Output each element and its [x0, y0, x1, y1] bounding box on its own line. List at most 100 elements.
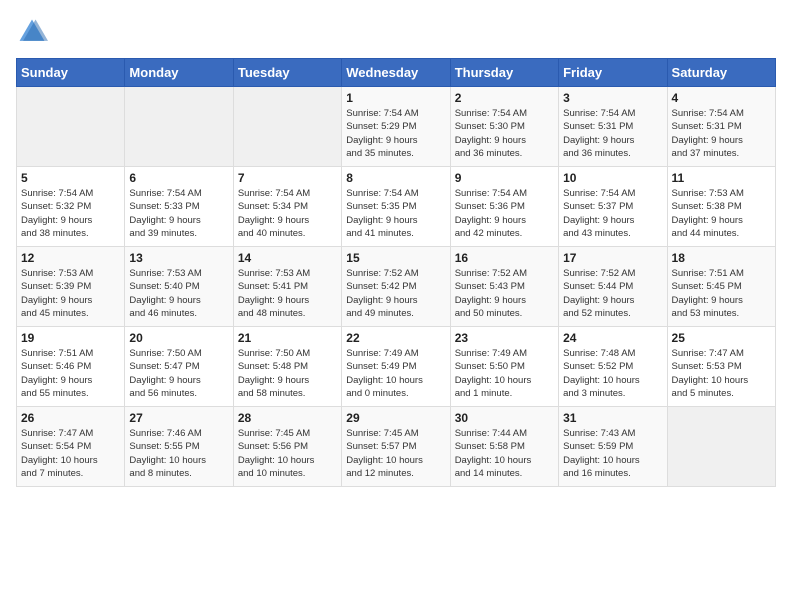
day-number: 1	[346, 91, 445, 105]
day-cell: 3 Sunrise: 7:54 AM Sunset: 5:31 PM Daylig…	[559, 87, 667, 167]
day-info: Sunrise: 7:54 AM Sunset: 5:31 PM Dayligh…	[563, 107, 662, 160]
day-info: Sunrise: 7:47 AM Sunset: 5:53 PM Dayligh…	[672, 347, 771, 400]
day-cell: 5 Sunrise: 7:54 AM Sunset: 5:32 PM Daylig…	[17, 167, 125, 247]
day-cell: 27Sunrise: 7:46 AM Sunset: 5:55 PM Dayli…	[125, 407, 233, 487]
day-cell: 25 Sunrise: 7:47 AM Sunset: 5:53 PM Dayli…	[667, 327, 775, 407]
day-number: 27	[129, 411, 228, 425]
day-number: 18	[672, 251, 771, 265]
day-cell: 17 Sunrise: 7:52 AM Sunset: 5:44 PM Dayli…	[559, 247, 667, 327]
week-row-4: 19Sunrise: 7:51 AM Sunset: 5:46 PM Dayli…	[17, 327, 776, 407]
day-info: Sunrise: 7:54 AM Sunset: 5:36 PM Dayligh…	[455, 187, 554, 240]
day-info: Sunrise: 7:54 AM Sunset: 5:29 PM Dayligh…	[346, 107, 445, 160]
day-cell: 11 Sunrise: 7:53 AM Sunset: 5:38 PM Dayli…	[667, 167, 775, 247]
day-info: Sunrise: 7:43 AM Sunset: 5:59 PM Dayligh…	[563, 427, 662, 480]
day-number: 20	[129, 331, 228, 345]
day-number: 15	[346, 251, 445, 265]
day-info: Sunrise: 7:49 AM Sunset: 5:50 PM Dayligh…	[455, 347, 554, 400]
day-cell: 24 Sunrise: 7:48 AM Sunset: 5:52 PM Dayli…	[559, 327, 667, 407]
day-cell: 2 Sunrise: 7:54 AM Sunset: 5:30 PM Daylig…	[450, 87, 558, 167]
day-cell: 14 Sunrise: 7:53 AM Sunset: 5:41 PM Dayli…	[233, 247, 341, 327]
day-number: 11	[672, 171, 771, 185]
day-cell: 10 Sunrise: 7:54 AM Sunset: 5:37 PM Dayli…	[559, 167, 667, 247]
day-number: 8	[346, 171, 445, 185]
day-cell: 19Sunrise: 7:51 AM Sunset: 5:46 PM Dayli…	[17, 327, 125, 407]
day-number: 17	[563, 251, 662, 265]
day-cell: 9 Sunrise: 7:54 AM Sunset: 5:36 PM Daylig…	[450, 167, 558, 247]
day-info: Sunrise: 7:54 AM Sunset: 5:31 PM Dayligh…	[672, 107, 771, 160]
day-cell: 16 Sunrise: 7:52 AM Sunset: 5:43 PM Dayli…	[450, 247, 558, 327]
day-cell: 22Sunrise: 7:49 AM Sunset: 5:49 PM Dayli…	[342, 327, 450, 407]
day-number: 5	[21, 171, 120, 185]
weekday-header-wednesday: Wednesday	[342, 59, 450, 87]
logo	[16, 16, 52, 48]
day-number: 3	[563, 91, 662, 105]
weekday-header-tuesday: Tuesday	[233, 59, 341, 87]
day-number: 29	[346, 411, 445, 425]
day-number: 2	[455, 91, 554, 105]
day-info: Sunrise: 7:52 AM Sunset: 5:43 PM Dayligh…	[455, 267, 554, 320]
day-number: 24	[563, 331, 662, 345]
day-cell: 26 Sunrise: 7:47 AM Sunset: 5:54 PM Dayli…	[17, 407, 125, 487]
day-cell: 23 Sunrise: 7:49 AM Sunset: 5:50 PM Dayli…	[450, 327, 558, 407]
day-info: Sunrise: 7:53 AM Sunset: 5:40 PM Dayligh…	[129, 267, 228, 320]
day-number: 9	[455, 171, 554, 185]
day-info: Sunrise: 7:50 AM Sunset: 5:48 PM Dayligh…	[238, 347, 337, 400]
day-cell: 20 Sunrise: 7:50 AM Sunset: 5:47 PM Dayli…	[125, 327, 233, 407]
calendar-body: 1 Sunrise: 7:54 AM Sunset: 5:29 PM Daylig…	[17, 87, 776, 487]
day-cell: 7 Sunrise: 7:54 AM Sunset: 5:34 PM Daylig…	[233, 167, 341, 247]
day-info: Sunrise: 7:54 AM Sunset: 5:30 PM Dayligh…	[455, 107, 554, 160]
day-number: 21	[238, 331, 337, 345]
day-info: Sunrise: 7:54 AM Sunset: 5:34 PM Dayligh…	[238, 187, 337, 240]
day-cell: 29Sunrise: 7:45 AM Sunset: 5:57 PM Dayli…	[342, 407, 450, 487]
week-row-2: 5 Sunrise: 7:54 AM Sunset: 5:32 PM Daylig…	[17, 167, 776, 247]
day-number: 26	[21, 411, 120, 425]
day-cell: 1 Sunrise: 7:54 AM Sunset: 5:29 PM Daylig…	[342, 87, 450, 167]
day-info: Sunrise: 7:53 AM Sunset: 5:41 PM Dayligh…	[238, 267, 337, 320]
day-cell: 18 Sunrise: 7:51 AM Sunset: 5:45 PM Dayli…	[667, 247, 775, 327]
day-info: Sunrise: 7:54 AM Sunset: 5:33 PM Dayligh…	[129, 187, 228, 240]
logo-icon	[16, 16, 48, 48]
week-row-3: 12 Sunrise: 7:53 AM Sunset: 5:39 PM Dayli…	[17, 247, 776, 327]
day-cell: 28Sunrise: 7:45 AM Sunset: 5:56 PM Dayli…	[233, 407, 341, 487]
day-number: 12	[21, 251, 120, 265]
day-info: Sunrise: 7:49 AM Sunset: 5:49 PM Dayligh…	[346, 347, 445, 400]
day-info: Sunrise: 7:54 AM Sunset: 5:32 PM Dayligh…	[21, 187, 120, 240]
day-info: Sunrise: 7:54 AM Sunset: 5:37 PM Dayligh…	[563, 187, 662, 240]
day-cell	[233, 87, 341, 167]
day-info: Sunrise: 7:47 AM Sunset: 5:54 PM Dayligh…	[21, 427, 120, 480]
day-number: 4	[672, 91, 771, 105]
day-info: Sunrise: 7:53 AM Sunset: 5:38 PM Dayligh…	[672, 187, 771, 240]
day-number: 28	[238, 411, 337, 425]
day-number: 25	[672, 331, 771, 345]
day-number: 14	[238, 251, 337, 265]
day-cell: 31Sunrise: 7:43 AM Sunset: 5:59 PM Dayli…	[559, 407, 667, 487]
weekday-header-friday: Friday	[559, 59, 667, 87]
week-row-5: 26 Sunrise: 7:47 AM Sunset: 5:54 PM Dayli…	[17, 407, 776, 487]
day-info: Sunrise: 7:44 AM Sunset: 5:58 PM Dayligh…	[455, 427, 554, 480]
day-cell: 30Sunrise: 7:44 AM Sunset: 5:58 PM Dayli…	[450, 407, 558, 487]
day-info: Sunrise: 7:50 AM Sunset: 5:47 PM Dayligh…	[129, 347, 228, 400]
day-cell: 13Sunrise: 7:53 AM Sunset: 5:40 PM Dayli…	[125, 247, 233, 327]
week-row-1: 1 Sunrise: 7:54 AM Sunset: 5:29 PM Daylig…	[17, 87, 776, 167]
weekday-header-thursday: Thursday	[450, 59, 558, 87]
day-info: Sunrise: 7:48 AM Sunset: 5:52 PM Dayligh…	[563, 347, 662, 400]
day-number: 6	[129, 171, 228, 185]
day-cell	[17, 87, 125, 167]
header	[16, 16, 776, 48]
day-info: Sunrise: 7:52 AM Sunset: 5:42 PM Dayligh…	[346, 267, 445, 320]
day-cell: 15 Sunrise: 7:52 AM Sunset: 5:42 PM Dayli…	[342, 247, 450, 327]
day-cell: 12 Sunrise: 7:53 AM Sunset: 5:39 PM Dayli…	[17, 247, 125, 327]
day-number: 10	[563, 171, 662, 185]
day-number: 19	[21, 331, 120, 345]
day-info: Sunrise: 7:51 AM Sunset: 5:45 PM Dayligh…	[672, 267, 771, 320]
weekday-header-monday: Monday	[125, 59, 233, 87]
weekday-header-saturday: Saturday	[667, 59, 775, 87]
day-cell: 21 Sunrise: 7:50 AM Sunset: 5:48 PM Dayli…	[233, 327, 341, 407]
day-info: Sunrise: 7:53 AM Sunset: 5:39 PM Dayligh…	[21, 267, 120, 320]
day-cell: 6 Sunrise: 7:54 AM Sunset: 5:33 PM Daylig…	[125, 167, 233, 247]
day-number: 23	[455, 331, 554, 345]
day-info: Sunrise: 7:52 AM Sunset: 5:44 PM Dayligh…	[563, 267, 662, 320]
day-number: 7	[238, 171, 337, 185]
day-number: 16	[455, 251, 554, 265]
weekday-header-row: SundayMondayTuesdayWednesdayThursdayFrid…	[17, 59, 776, 87]
